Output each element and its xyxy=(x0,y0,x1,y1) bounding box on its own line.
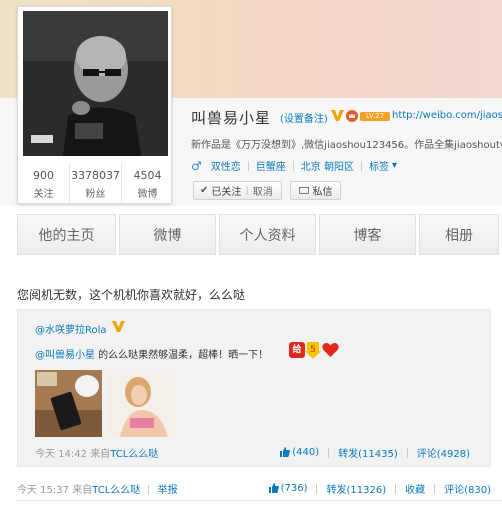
followed-button[interactable]: ✔ 已关注 | 取消 xyxy=(193,181,282,200)
tab-album[interactable]: 相册 xyxy=(419,214,499,255)
avatar-card: 900 关注 3378037 粉丝 4504 微博 xyxy=(17,6,172,204)
stat-posts-count: 4504 xyxy=(133,169,162,182)
repost-like-button[interactable]: (440) xyxy=(280,447,319,458)
divider xyxy=(434,483,436,494)
profile-name: 叫兽易小星 xyxy=(191,109,272,127)
stat-followers[interactable]: 3378037 粉丝 xyxy=(70,163,122,203)
message-label: 私信 xyxy=(312,187,333,198)
tag-orientation[interactable]: 双性恋 xyxy=(211,158,241,173)
stat-posts[interactable]: 4504 微博 xyxy=(122,163,173,203)
divider xyxy=(406,447,408,458)
followed-label: 已关注 xyxy=(211,187,242,198)
post-meta: 今天 15:37 来自TCL么么哒 举报 xyxy=(17,481,178,496)
repost-like-count: (440) xyxy=(292,447,320,458)
message-button[interactable]: 私信 xyxy=(290,181,341,200)
post-time[interactable]: 今天 15:37 xyxy=(17,485,69,496)
source-prefix: 来自 xyxy=(72,485,93,496)
level-badge[interactable]: LV.27 xyxy=(360,112,390,121)
repost-author-link[interactable]: @水咲萝拉Rola xyxy=(35,321,107,336)
like-button[interactable]: (736) xyxy=(268,483,308,494)
divider xyxy=(292,160,294,171)
stat-followers-count: 3378037 xyxy=(71,169,120,182)
check-icon: ✔ xyxy=(200,185,209,196)
repost-body: 的么么哒果然够温柔，超棒！晒一下！ xyxy=(95,350,269,361)
number-five-emoji-icon: 5 xyxy=(305,342,321,359)
verified-icon[interactable] xyxy=(112,320,125,333)
stat-following-count: 900 xyxy=(33,169,54,182)
mention-link[interactable]: @叫兽易小星 xyxy=(35,350,95,361)
repost-image-phone[interactable] xyxy=(35,370,102,437)
repost-source-link[interactable]: TCL么么哒 xyxy=(110,449,158,460)
repost-actions: (440) 转发(11435) 评论(4928) xyxy=(280,445,470,460)
set-remark-link[interactable]: (设置备注) xyxy=(280,110,328,125)
stat-following-label: 关注 xyxy=(33,189,54,200)
tab-home[interactable]: 他的主页 xyxy=(17,214,116,255)
male-icon: ♂ xyxy=(191,158,202,173)
member-crown-icon[interactable] xyxy=(346,110,358,122)
repost-image-portrait[interactable] xyxy=(108,370,175,437)
svg-text:5: 5 xyxy=(310,345,316,355)
stat-posts-label: 微博 xyxy=(137,189,158,200)
tab-weibo[interactable]: 微博 xyxy=(119,214,216,255)
gift-emoji-icon: 给 xyxy=(289,342,305,358)
reposted-weibo: @水咲萝拉Rola @叫兽易小星 的么么哒果然够温柔，超棒！晒一下！ 给 5 今… xyxy=(17,309,491,467)
stat-followers-label: 粉丝 xyxy=(85,189,106,200)
source-prefix: 来自 xyxy=(90,449,111,460)
post-text: 您阅机无数，这个机机你喜欢就好，么么哒 xyxy=(17,288,246,302)
heart-emoji-icon xyxy=(322,342,339,357)
phone-photo xyxy=(35,370,102,437)
thumbs-up-icon xyxy=(280,447,291,457)
chevron-down-icon[interactable]: ▾ xyxy=(392,160,397,171)
unfollow-button[interactable]: 取消 xyxy=(253,183,273,198)
stat-following[interactable]: 900 关注 xyxy=(18,163,70,203)
post-actions: (736) 转发(11326) 收藏 评论(830) xyxy=(268,481,491,496)
thumbs-up-icon xyxy=(268,483,279,493)
repost-text: @叫兽易小星 的么么哒果然够温柔，超棒！晒一下！ xyxy=(35,346,268,361)
divider xyxy=(360,160,362,171)
profile-tabs: 他的主页 微博 个人资料 博客 相册 xyxy=(17,214,502,256)
post-source-link[interactable]: TCL么么哒 xyxy=(92,485,140,496)
tags-dropdown[interactable]: 标签 xyxy=(369,158,389,173)
comment-button[interactable]: 评论(830) xyxy=(444,481,491,496)
profile-url-link[interactable]: http://weibo.com/jiaosho xyxy=(392,110,502,121)
verified-icon[interactable] xyxy=(331,109,344,122)
profile-stats: 900 关注 3378037 粉丝 4504 微博 xyxy=(18,163,173,203)
tab-blog[interactable]: 博客 xyxy=(319,214,416,255)
tag-location[interactable]: 北京 朝阳区 xyxy=(301,158,354,173)
forward-button[interactable]: 转发(11326) xyxy=(326,481,386,496)
divider xyxy=(316,483,318,494)
report-link[interactable]: 举报 xyxy=(158,485,178,496)
profile-bio: 新作品是《万万没想到》,微信jiaoshou123456。作品全集jiaosho… xyxy=(191,140,502,151)
profile-tags: ♂ 双性恋 巨蟹座 北京 朝阳区 标签 ▾ xyxy=(191,158,397,174)
divider xyxy=(328,447,330,458)
divider xyxy=(395,483,397,494)
envelope-icon xyxy=(298,187,309,194)
tab-profile-info[interactable]: 个人资料 xyxy=(219,214,316,255)
portrait-photo xyxy=(108,370,175,437)
avatar[interactable] xyxy=(23,11,168,156)
post-divider xyxy=(17,500,502,501)
divider: | xyxy=(245,185,249,196)
repost-meta: 今天 14:42 来自TCL么么哒 xyxy=(35,445,158,460)
tag-zodiac[interactable]: 巨蟹座 xyxy=(256,158,286,173)
favorite-button[interactable]: 收藏 xyxy=(405,481,425,496)
divider xyxy=(247,160,249,171)
like-count: (736) xyxy=(280,483,308,494)
avatar-photo xyxy=(23,11,168,156)
repost-forward-button[interactable]: 转发(11435) xyxy=(338,445,398,460)
divider xyxy=(148,485,150,495)
repost-time[interactable]: 今天 14:42 xyxy=(35,449,87,460)
repost-comment-button[interactable]: 评论(4928) xyxy=(417,445,470,460)
